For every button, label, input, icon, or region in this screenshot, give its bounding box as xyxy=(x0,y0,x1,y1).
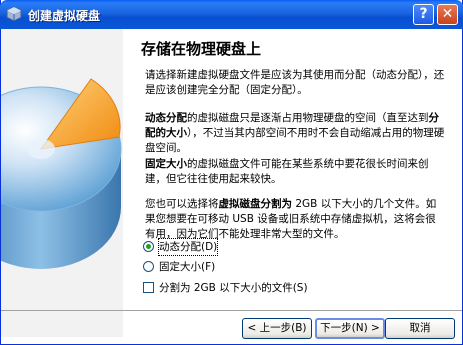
back-button[interactable]: < 上一步(B) xyxy=(242,318,312,339)
fixed-size-label[interactable]: 固定大小(F) xyxy=(159,259,215,275)
intro-text: 请选择新建虚拟硬盘文件是应该为其使用而分配（动态分配），还是应该创建完全分配（固… xyxy=(145,69,445,96)
page-title: 存储在物理硬盘上 xyxy=(141,40,262,58)
next-button[interactable]: 下一步(N) > xyxy=(315,318,385,339)
close-button[interactable]: ✕ xyxy=(437,4,458,25)
help-button[interactable]: ? xyxy=(413,4,434,25)
dynamic-allocation-label[interactable]: 动态分配(D) xyxy=(157,238,219,256)
checkbox-icon[interactable] xyxy=(143,282,154,293)
wizard-illustration xyxy=(1,29,123,337)
dynamic-description: 动态分配的虚拟磁盘只是逐渐占用物理硬盘的空间（直至达到分配的大小），不过当其内部… xyxy=(145,112,445,154)
wizard-window: 创建虚拟硬盘 ? ✕ 存储在物理硬盘上 请选择新建虚拟硬盘文件是应该为其使用而分… xyxy=(0,0,463,345)
virtualbox-icon xyxy=(6,6,22,22)
fixed-description: 固定大小的虚拟磁盘文件可能在某些系统中要花很长时间来创建，但它往往使用起来较快。 xyxy=(145,158,429,185)
split-files-label[interactable]: 分割为 2GB 以下大小的文件(S) xyxy=(159,280,308,296)
title-bar[interactable]: 创建虚拟硬盘 ? ✕ xyxy=(0,0,463,29)
radio-unchecked-icon[interactable] xyxy=(143,261,154,272)
cancel-button[interactable]: 取消 xyxy=(385,318,455,339)
split-description: 您也可以选择将虚拟磁盘分割为 2GB 以下大小的几个文件。如果您想要在可移动 U… xyxy=(145,198,437,240)
disk-pie-illustration xyxy=(1,78,122,269)
radio-checked-icon[interactable] xyxy=(143,241,154,252)
window-title: 创建虚拟硬盘 xyxy=(28,9,101,23)
button-divider xyxy=(1,310,462,311)
